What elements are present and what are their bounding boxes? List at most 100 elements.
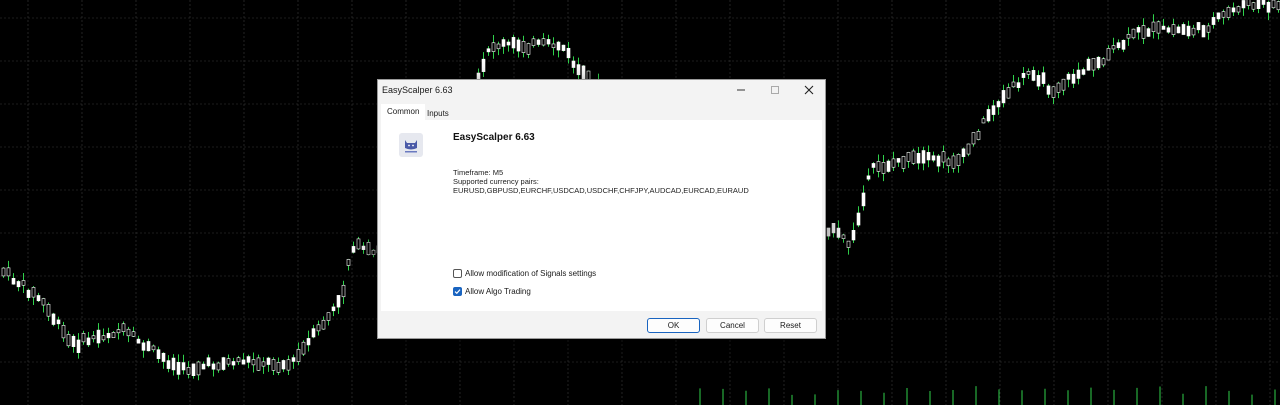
candle-body bbox=[996, 101, 1001, 108]
candle-body bbox=[1071, 73, 1076, 84]
candle-body bbox=[906, 152, 911, 162]
candle-body bbox=[1031, 70, 1036, 81]
common-panel: EasyScalper 6.63 Timeframe: M5 Supported… bbox=[381, 120, 822, 311]
candle-body bbox=[1006, 87, 1011, 99]
candle-body bbox=[141, 342, 146, 351]
candle-body bbox=[831, 223, 836, 234]
candle-body bbox=[1166, 27, 1171, 33]
candle-body bbox=[11, 278, 16, 285]
candle-body bbox=[326, 312, 331, 321]
candle-body bbox=[576, 64, 581, 76]
candle-body bbox=[891, 158, 896, 168]
candle-body bbox=[961, 148, 966, 157]
candle-body bbox=[551, 43, 556, 49]
candle-body bbox=[231, 361, 236, 366]
candle-body bbox=[206, 357, 211, 367]
candle-body bbox=[1266, 1, 1271, 13]
tab-inputs[interactable]: Inputs bbox=[421, 106, 455, 121]
candle-body bbox=[1161, 25, 1166, 30]
candle-body bbox=[271, 359, 276, 371]
candle-body bbox=[1121, 39, 1126, 50]
candle-body bbox=[1196, 22, 1201, 31]
candle-body bbox=[526, 43, 531, 55]
candle-body bbox=[876, 161, 881, 172]
candle-body bbox=[36, 295, 41, 302]
candle-body bbox=[31, 287, 36, 298]
candle-body bbox=[1216, 12, 1221, 20]
candle-body bbox=[1201, 25, 1206, 38]
candle-body bbox=[201, 363, 206, 370]
candle-body bbox=[1176, 26, 1181, 34]
candle-body bbox=[261, 361, 266, 367]
cat-logo-icon bbox=[405, 140, 417, 153]
candle-body bbox=[356, 238, 361, 250]
candle-body bbox=[1086, 58, 1091, 71]
close-icon bbox=[804, 85, 814, 95]
candle-body bbox=[1181, 24, 1186, 35]
candle-body bbox=[916, 152, 921, 164]
candle-body bbox=[901, 156, 906, 169]
candle-body bbox=[46, 304, 51, 317]
candle-body bbox=[546, 39, 551, 45]
ok-button[interactable]: OK bbox=[647, 318, 700, 333]
candle-body bbox=[1271, 0, 1276, 9]
candle-body bbox=[1081, 69, 1086, 75]
candle-body bbox=[1011, 81, 1016, 88]
candle-body bbox=[366, 241, 371, 256]
candle-body bbox=[936, 155, 941, 167]
candle-body bbox=[176, 361, 181, 375]
maximize-button[interactable] bbox=[758, 80, 792, 100]
candle-body bbox=[1061, 78, 1066, 91]
candle-body bbox=[171, 357, 176, 371]
candle-body bbox=[6, 267, 11, 277]
algo-trading-checkbox[interactable] bbox=[453, 287, 462, 296]
candle-body bbox=[1151, 21, 1156, 32]
candle-body bbox=[311, 328, 316, 338]
candle-body bbox=[66, 334, 71, 347]
candle-body bbox=[1221, 11, 1226, 18]
reset-button[interactable]: Reset bbox=[764, 318, 817, 333]
candle-body bbox=[481, 58, 486, 72]
candle-body bbox=[851, 230, 856, 241]
candle-body bbox=[566, 47, 571, 59]
candle-body bbox=[166, 360, 171, 369]
candle-body bbox=[1251, 2, 1256, 10]
signals-checkbox[interactable] bbox=[453, 269, 462, 278]
candle-body bbox=[1186, 25, 1191, 37]
candle-body bbox=[291, 357, 296, 362]
candle-body bbox=[1041, 72, 1046, 84]
candle-body bbox=[161, 352, 166, 362]
candle-body bbox=[26, 289, 31, 298]
candle-body bbox=[316, 324, 321, 332]
candle-body bbox=[1256, 0, 1261, 9]
tab-common[interactable]: Common bbox=[381, 104, 426, 120]
candle-body bbox=[16, 281, 21, 288]
dialog-title: EasyScalper 6.63 bbox=[382, 85, 453, 95]
candle-body bbox=[276, 362, 281, 373]
candle-body bbox=[131, 331, 136, 337]
candle-body bbox=[986, 109, 991, 122]
candle-body bbox=[61, 325, 66, 339]
minimize-button[interactable] bbox=[724, 80, 758, 100]
candle-body bbox=[1056, 82, 1061, 93]
candle-body bbox=[1141, 25, 1146, 39]
candle-body bbox=[1236, 6, 1241, 13]
candle-body bbox=[921, 150, 926, 164]
algo-option-row[interactable]: Allow Algo Trading bbox=[453, 287, 531, 296]
expert-properties-dialog: EasyScalper 6.63 Common Inputs EasyScalp… bbox=[377, 79, 826, 339]
cancel-button[interactable]: Cancel bbox=[706, 318, 759, 333]
candle-body bbox=[251, 359, 256, 366]
candle-body bbox=[81, 333, 86, 343]
candle-body bbox=[971, 132, 976, 145]
candle-body bbox=[136, 338, 141, 344]
candle-body bbox=[571, 60, 576, 68]
candle-body bbox=[536, 39, 541, 45]
candle-body bbox=[331, 306, 336, 312]
signals-option-label: Allow modification of Signals settings bbox=[465, 269, 597, 278]
signals-option-row[interactable]: Allow modification of Signals settings bbox=[453, 269, 596, 278]
candle-body bbox=[306, 338, 311, 346]
close-button[interactable] bbox=[792, 80, 826, 100]
candle-body bbox=[236, 357, 241, 363]
candle-body bbox=[96, 329, 101, 344]
candle-body bbox=[111, 332, 116, 338]
